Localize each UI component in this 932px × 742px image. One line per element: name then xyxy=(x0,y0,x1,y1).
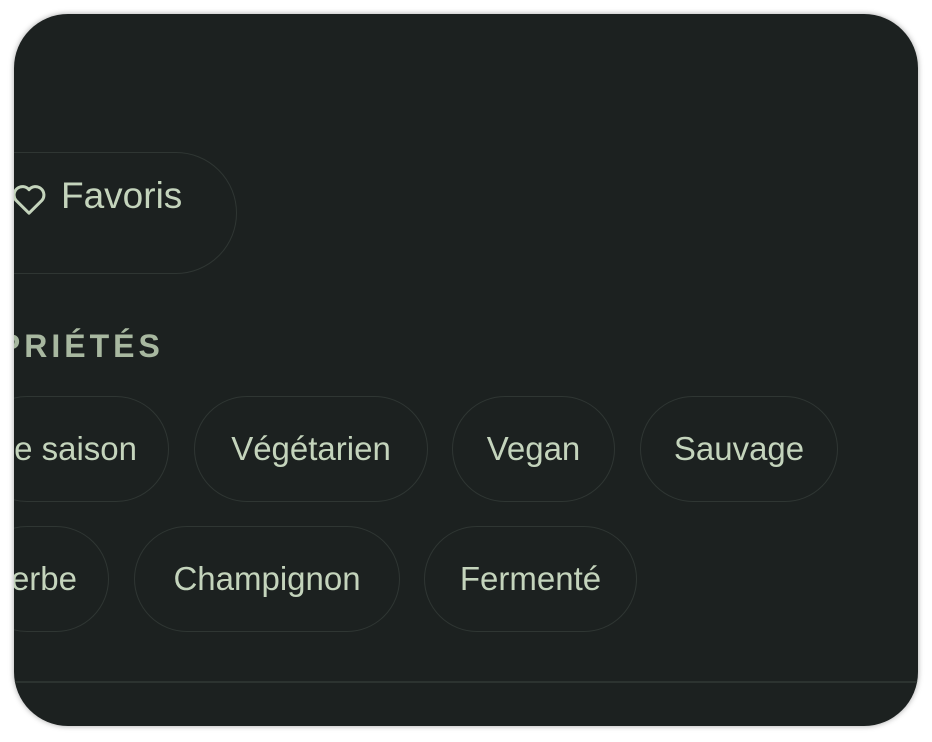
favorites-label: Favoris xyxy=(61,175,183,216)
chip-sauvage[interactable]: Sauvage xyxy=(640,396,838,502)
chip-label: Végétarien xyxy=(231,430,391,467)
panel: Favoris OPRIÉTÉS e saison Végétarien Veg… xyxy=(14,14,918,726)
chip-en-saison[interactable]: e saison xyxy=(14,396,169,502)
chip-herbe[interactable]: erbe xyxy=(14,526,109,632)
chip-label: erbe xyxy=(14,560,77,597)
chip-fermente[interactable]: Fermenté xyxy=(424,526,637,632)
properties-section-title: OPRIÉTÉS xyxy=(14,328,164,364)
chip-label: Fermenté xyxy=(459,560,602,597)
bottom-divider xyxy=(14,681,918,683)
chip-label: Sauvage xyxy=(673,430,805,467)
chip-label: Vegan xyxy=(486,430,581,467)
chip-label: Champignon xyxy=(173,560,361,597)
chip-label: e saison xyxy=(14,430,137,467)
chip-champignon[interactable]: Champignon xyxy=(134,526,400,632)
chip-vegetarien[interactable]: Végétarien xyxy=(194,396,428,502)
heart-outline-icon xyxy=(14,185,46,215)
favorites-button[interactable]: Favoris xyxy=(14,152,237,274)
chip-vegan[interactable]: Vegan xyxy=(452,396,615,502)
